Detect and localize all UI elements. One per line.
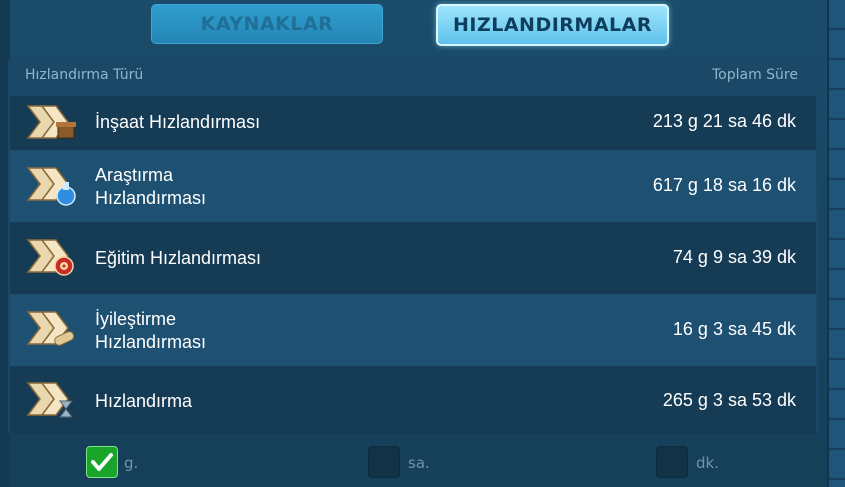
research-speedup-icon <box>26 167 76 206</box>
row-total: 617 g 18 sa 16 dk <box>652 175 796 195</box>
tab-bar: KAYNAKLAR HIZLANDIRMALAR <box>0 2 845 46</box>
days-label: g. <box>124 454 139 472</box>
column-header-type: Hızlandırma Türü <box>25 67 144 83</box>
universal-speedup-icon <box>26 382 73 418</box>
row-label: Hızlandırma <box>95 391 193 411</box>
table-row: İyileştirme Hızlandırması 16 g 3 sa 45 d… <box>10 294 816 366</box>
table-row: Eğitim Hızlandırması 74 g 9 sa 39 dk <box>10 222 816 294</box>
days-checkbox[interactable] <box>86 446 118 478</box>
column-header-total: Toplam Süre <box>711 67 798 83</box>
table-row: Araştırma Hızlandırması 617 g 18 sa 16 d… <box>10 150 816 222</box>
hours-checkbox[interactable] <box>368 446 400 478</box>
row-label: İnşaat Hızlandırması <box>95 112 261 132</box>
construction-speedup-icon <box>26 105 76 139</box>
tab-resources[interactable]: KAYNAKLAR <box>151 4 383 44</box>
hours-label: sa. <box>408 454 430 472</box>
tab-speedups[interactable]: HIZLANDIRMALAR <box>436 4 669 46</box>
training-speedup-icon <box>26 239 74 276</box>
row-label: Eğitim Hızlandırması <box>95 248 262 268</box>
minutes-label: dk. <box>696 454 719 472</box>
row-total: 265 g 3 sa 53 dk <box>662 390 796 410</box>
row-label: Araştırma Hızlandırması <box>95 165 207 208</box>
minutes-checkbox[interactable] <box>656 446 688 478</box>
row-total: 213 g 21 sa 46 dk <box>652 111 796 131</box>
healing-speedup-icon <box>26 311 75 346</box>
checkmark-icon <box>91 453 113 471</box>
row-label: İyileştirme Hızlandırması <box>95 309 207 352</box>
table-row: Hızlandırma 265 g 3 sa 53 dk <box>10 366 816 434</box>
row-total: 74 g 9 sa 39 dk <box>672 247 796 267</box>
table-row: İnşaat Hızlandırması 213 g 21 sa 46 dk <box>10 96 816 150</box>
row-total: 16 g 3 sa 45 dk <box>672 319 796 339</box>
right-frame-ornament <box>827 0 845 487</box>
